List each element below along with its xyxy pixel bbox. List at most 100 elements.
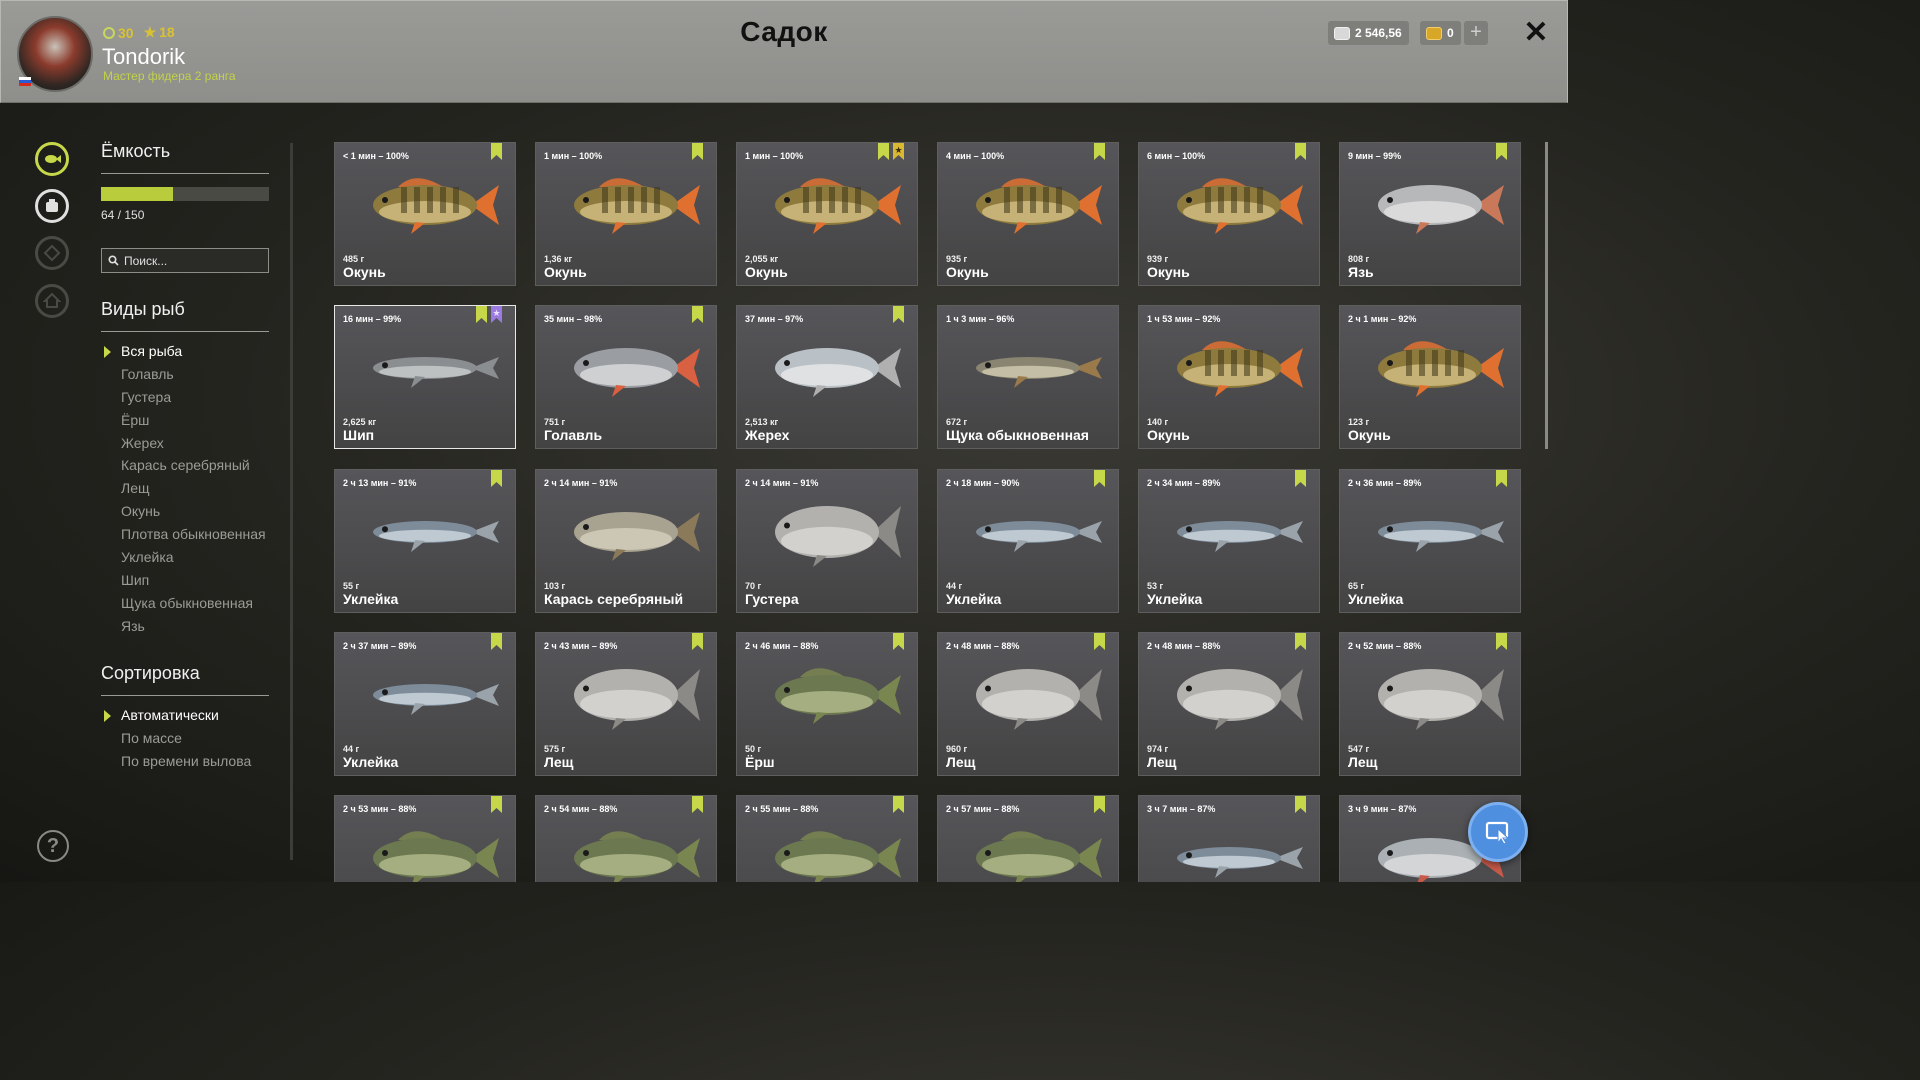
species-filter-item[interactable]: Вся рыба bbox=[104, 343, 266, 366]
fish-image bbox=[574, 511, 700, 561]
fish-card[interactable]: 4 мин – 100% 935 г Окунь bbox=[937, 142, 1119, 286]
bookmark-green-icon[interactable] bbox=[491, 143, 502, 160]
fish-card[interactable]: 2 ч 48 мин – 88% 974 г Лещ bbox=[1138, 631, 1320, 776]
bookmark-green-icon[interactable] bbox=[1496, 143, 1507, 160]
svg-text:★: ★ bbox=[492, 308, 500, 318]
species-filter-item[interactable]: Окунь bbox=[121, 503, 266, 526]
bookmark-green-icon[interactable] bbox=[1295, 469, 1306, 487]
species-filter-item[interactable]: Уклейка bbox=[121, 549, 266, 572]
bookmark-green-icon[interactable] bbox=[1496, 632, 1507, 650]
bookmark-green-icon[interactable] bbox=[893, 306, 904, 324]
species-filter-item[interactable]: Лещ bbox=[121, 480, 266, 503]
capacity-bar bbox=[101, 187, 269, 201]
bookmark-green-icon[interactable] bbox=[476, 306, 487, 324]
fish-card[interactable]: 16 мин – 99% 2,625 кг Шип ★ bbox=[334, 305, 516, 450]
trophy-tab-icon[interactable] bbox=[35, 236, 69, 270]
species-filter-item[interactable]: Щука обыкновенная bbox=[121, 595, 266, 618]
species-filter-item[interactable]: Язь bbox=[121, 618, 266, 641]
screenshot-button[interactable] bbox=[1468, 802, 1528, 862]
fish-name: Уклейка bbox=[946, 590, 1002, 607]
cooler-tab-icon[interactable] bbox=[35, 189, 69, 223]
species-filter-item[interactable]: Карась серебряный bbox=[121, 457, 266, 480]
fish-card[interactable]: 1 мин – 100% 1,36 кг Окунь bbox=[535, 142, 717, 286]
fish-name: Окунь bbox=[1147, 427, 1190, 444]
fish-card[interactable]: 37 мин – 97% 2,513 кг Жерех bbox=[736, 305, 918, 450]
fish-image bbox=[574, 178, 700, 234]
fish-name: Шип bbox=[343, 427, 375, 444]
bookmark-green-icon[interactable] bbox=[1295, 796, 1306, 814]
fish-card[interactable]: 1 мин – 100% 2,055 кг Окунь ★ bbox=[736, 142, 918, 286]
bookmark-green-icon[interactable] bbox=[491, 632, 502, 650]
fish-card[interactable]: 2 ч 1 мин – 92% 123 г Окунь bbox=[1339, 305, 1521, 450]
help-button[interactable]: ? bbox=[37, 830, 69, 862]
fish-card[interactable]: 2 ч 37 мин – 89% 44 г Уклейка bbox=[334, 631, 516, 776]
species-title: Виды рыб bbox=[101, 299, 185, 319]
bookmark-green-icon[interactable] bbox=[893, 632, 904, 650]
catch-time: 2 ч 57 мин – 88% bbox=[946, 804, 1020, 815]
home-tab-icon[interactable] bbox=[35, 284, 69, 318]
bookmark-green-icon[interactable] bbox=[692, 796, 703, 814]
bookmark-green-icon[interactable] bbox=[692, 632, 703, 650]
silver-balance[interactable]: 2 546,56 bbox=[1328, 21, 1409, 45]
catch-time: 2 ч 52 мин – 88% bbox=[1348, 640, 1422, 651]
fish-card[interactable]: 6 мин – 100% 939 г Окунь bbox=[1138, 142, 1320, 286]
sort-option-item[interactable]: Автоматически bbox=[103, 707, 251, 730]
add-currency-button[interactable]: + bbox=[1464, 21, 1488, 45]
fish-card[interactable]: 2 ч 18 мин – 90% 44 г Уклейка bbox=[937, 468, 1119, 613]
bookmark-green-icon[interactable] bbox=[692, 306, 703, 324]
species-filter-item[interactable]: Шип bbox=[121, 572, 266, 595]
bookmark-green-icon[interactable] bbox=[692, 143, 703, 160]
species-filter-item[interactable]: Густера bbox=[121, 389, 266, 412]
fish-card[interactable]: 2 ч 52 мин – 88% 547 г Лещ bbox=[1339, 631, 1521, 776]
sort-option-item[interactable]: По времени вылова bbox=[121, 753, 251, 776]
keepnet-tab-icon[interactable] bbox=[35, 142, 69, 176]
fish-card[interactable]: 2 ч 54 мин – 88% bbox=[535, 795, 717, 882]
bookmark-green-icon[interactable] bbox=[1094, 632, 1105, 650]
fish-card[interactable]: 2 ч 34 мин – 89% 53 г Уклейка bbox=[1138, 468, 1320, 613]
fish-card[interactable]: 35 мин – 98% 751 г Голавль bbox=[535, 305, 717, 450]
fish-name: Уклейка bbox=[1348, 590, 1404, 607]
bookmark-green-icon[interactable] bbox=[1094, 143, 1105, 160]
bookmark-purple-icon[interactable]: ★ bbox=[491, 306, 502, 324]
gold-balance[interactable]: 0 bbox=[1420, 21, 1461, 45]
fish-card[interactable]: 3 ч 7 мин – 87% bbox=[1138, 795, 1320, 882]
fish-card[interactable]: 2 ч 46 мин – 88% 50 г Ёрш bbox=[736, 631, 918, 776]
fish-card[interactable]: 2 ч 48 мин – 88% 960 г Лещ bbox=[937, 631, 1119, 776]
bookmark-green-icon[interactable] bbox=[893, 796, 904, 814]
fish-card[interactable]: 2 ч 14 мин – 91% 70 г Густера bbox=[736, 468, 918, 613]
species-filter-item[interactable]: Голавль bbox=[121, 366, 266, 389]
bookmark-green-icon[interactable] bbox=[1496, 469, 1507, 487]
bookmark-green-icon[interactable] bbox=[1094, 796, 1105, 814]
bookmark-green-icon[interactable] bbox=[1094, 469, 1105, 487]
bookmark-green-icon[interactable] bbox=[491, 796, 502, 814]
bookmark-green-icon[interactable] bbox=[878, 143, 889, 160]
fish-card[interactable]: < 1 мин – 100% 485 г Окунь bbox=[334, 142, 516, 286]
fish-card[interactable]: 2 ч 57 мин – 88% bbox=[937, 795, 1119, 882]
fish-card[interactable]: 9 мин – 99% 808 г Язь bbox=[1339, 142, 1521, 286]
fish-card[interactable]: 2 ч 53 мин – 88% bbox=[334, 795, 516, 882]
scrollbar[interactable] bbox=[1545, 142, 1548, 449]
catch-time: 4 мин – 100% bbox=[946, 151, 1005, 161]
bookmark-green-icon[interactable] bbox=[491, 469, 502, 487]
bookmark-green-icon[interactable] bbox=[1295, 143, 1306, 160]
bookmark-gold-icon[interactable]: ★ bbox=[893, 143, 904, 160]
species-filter-item[interactable]: Плотва обыкновенная bbox=[121, 526, 266, 549]
search-box[interactable] bbox=[101, 248, 269, 273]
fish-card[interactable]: 2 ч 13 мин – 91% 55 г Уклейка bbox=[334, 468, 516, 613]
sort-option-item[interactable]: По массе bbox=[121, 730, 251, 753]
fish-card[interactable]: 2 ч 55 мин – 88% bbox=[736, 795, 918, 882]
fish-card[interactable]: 2 ч 14 мин – 91% 103 г Карась серебряный bbox=[535, 468, 717, 613]
level-icon bbox=[103, 26, 115, 39]
bookmark-green-icon[interactable] bbox=[1295, 632, 1306, 650]
fish-card[interactable]: 1 ч 53 мин – 92% 140 г Окунь bbox=[1138, 305, 1320, 450]
fish-card[interactable]: 2 ч 36 мин – 89% 65 г Уклейка bbox=[1339, 468, 1521, 613]
fish-card[interactable]: 1 ч 3 мин – 96% 672 г Щука обыкновенная bbox=[937, 305, 1119, 450]
search-input[interactable] bbox=[124, 253, 254, 268]
fish-card[interactable]: 2 ч 43 мин – 89% 575 г Лещ bbox=[535, 631, 717, 776]
fish-name: Густера bbox=[745, 590, 799, 607]
species-filter-item[interactable]: Ёрш bbox=[121, 412, 266, 435]
fish-image bbox=[1378, 185, 1504, 234]
catch-time: < 1 мин – 100% bbox=[343, 151, 409, 161]
species-filter-item[interactable]: Жерех bbox=[121, 435, 266, 458]
close-button[interactable]: ✕ bbox=[1522, 18, 1550, 48]
